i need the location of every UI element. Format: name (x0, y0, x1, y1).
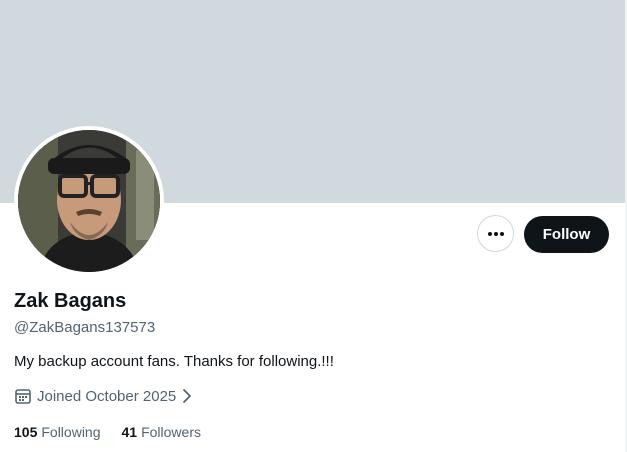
followers-link[interactable]: 41 Followers (122, 424, 201, 440)
user-handle: @ZakBagans137573 (14, 319, 156, 336)
display-name: Zak Bagans (14, 290, 127, 312)
profile-stats: 105 Following 41 Followers (14, 424, 201, 440)
following-label: Following (41, 424, 101, 440)
profile-bio: My backup account fans. Thanks for follo… (14, 353, 334, 370)
more-options-button[interactable] (477, 215, 514, 252)
profile-page: Follow Zak Bagans @ZakBagans137573 My ba… (0, 0, 627, 452)
more-horizontal-icon (487, 231, 504, 236)
avatar-photo (18, 130, 160, 272)
joined-label: Joined October 2025 (37, 387, 177, 405)
followers-count: 41 (121, 424, 138, 440)
avatar[interactable] (14, 126, 164, 276)
following-count: 105 (14, 424, 38, 440)
chevron-right-icon (180, 388, 194, 404)
calendar-icon (14, 387, 32, 405)
followers-label: Followers (141, 424, 201, 440)
following-link[interactable]: 105 Following (14, 424, 101, 440)
joined-date[interactable]: Joined October 2025 (14, 387, 194, 405)
follow-button[interactable]: Follow (524, 216, 609, 253)
